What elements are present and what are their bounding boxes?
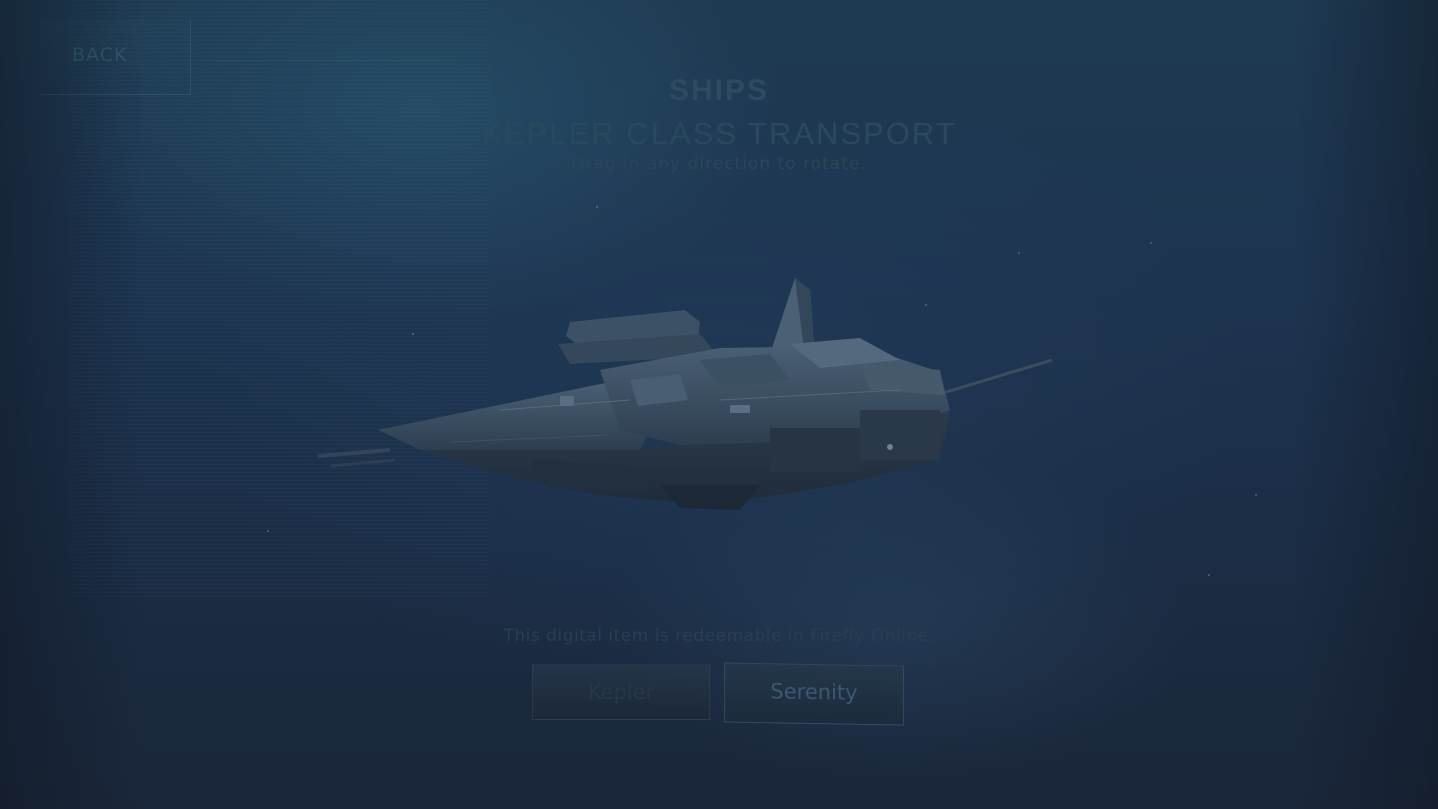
ship-name: KEPLER CLASS TRANSPORT: [481, 116, 957, 151]
back-button-label: BACK: [72, 44, 128, 66]
header-divider: [200, 60, 440, 61]
ship-3d-viewer[interactable]: [300, 260, 1080, 530]
ship-option-serenity-button[interactable]: Serenity: [724, 662, 904, 726]
star: [1255, 494, 1257, 496]
redeem-notice: This digital item is redeemable in Firef…: [503, 626, 935, 646]
title-section: SHIPS KEPLER CLASS TRANSPORT Drag in any…: [0, 74, 1438, 174]
rotate-hint: Drag in any direction to rotate.: [571, 154, 867, 174]
ship-showcase-screen: BACK SHIPS KEPLER CLASS TRANSPORT Drag i…: [0, 0, 1438, 809]
star: [1150, 242, 1152, 244]
ship-option-kepler-button[interactable]: Kepler: [532, 664, 710, 720]
star: [267, 530, 269, 532]
star: [596, 206, 598, 208]
ship-selector: Kepler Serenity: [532, 662, 912, 726]
section-title: SHIPS: [668, 74, 770, 107]
star: [1018, 252, 1020, 254]
ship-model-icon: [317, 278, 1053, 510]
star: [1208, 574, 1210, 576]
